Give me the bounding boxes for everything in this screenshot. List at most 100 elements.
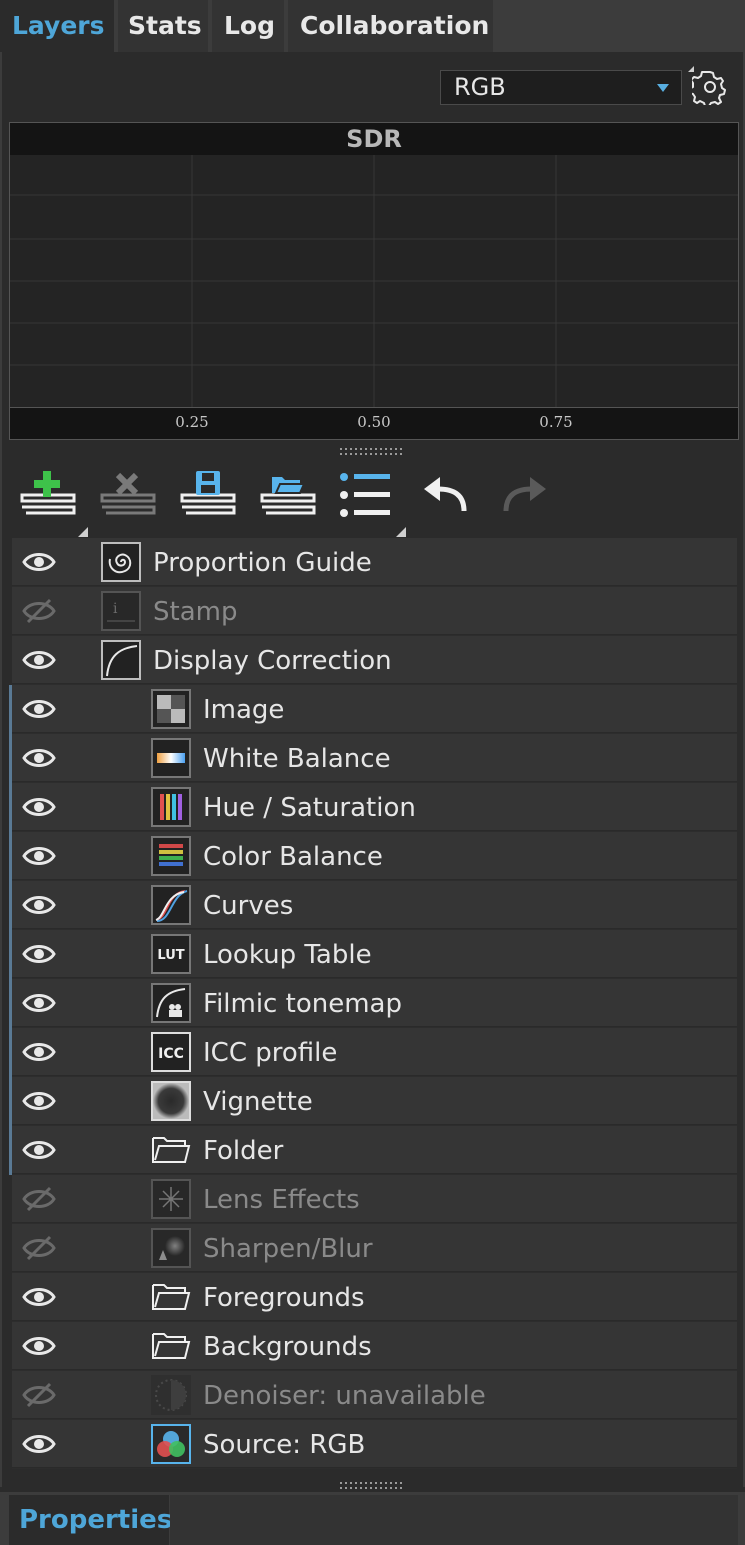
eye-icon[interactable] [22,1284,56,1310]
curves-icon [151,885,191,925]
layer-label: Foregrounds [203,1283,365,1313]
undo-button[interactable] [416,465,480,525]
layer-row-source-rgb[interactable]: Source: RGB [12,1420,737,1468]
layer-menu-button[interactable] [336,465,400,525]
tick-label: 0.25 [175,413,209,431]
redo-icon [503,477,546,512]
filmic-icon [151,983,191,1023]
layer-label: Sharpen/Blur [203,1234,373,1264]
histogram-axis: 0.25 0.50 0.75 [10,407,738,439]
layer-row-icc-profile[interactable]: ICC ICC profile [12,1028,737,1076]
tick-label: 0.75 [539,413,573,431]
layer-row-backgrounds[interactable]: Backgrounds [12,1322,737,1370]
add-layer-button[interactable] [16,465,86,525]
layer-row-vignette[interactable]: Vignette [12,1077,737,1125]
layer-label: Image [203,695,285,725]
layer-label: Vignette [203,1087,313,1117]
layer-label: Lens Effects [203,1185,360,1215]
lut-icon: LUT [151,934,191,974]
layer-label: Display Correction [153,646,392,676]
layer-row-proportion-guide[interactable]: Proportion Guide [12,538,737,586]
save-layer-button[interactable] [176,465,240,525]
sharpen-blur-icon [151,1228,191,1268]
eye-icon[interactable] [22,1431,56,1457]
layer-label: Stamp [153,597,238,627]
remove-layer-icon [100,472,156,515]
eye-icon[interactable] [22,941,56,967]
eye-icon[interactable] [22,1088,56,1114]
redo-button[interactable] [494,465,558,525]
layer-label: Color Balance [203,842,383,872]
spiral-icon [101,542,141,582]
eye-icon[interactable] [22,892,56,918]
eye-icon[interactable] [22,549,56,575]
eye-icon[interactable] [22,843,56,869]
layer-label: Hue / Saturation [203,793,416,823]
submenu-corner-icon [396,527,406,537]
vignette-icon [151,1081,191,1121]
layer-row-curves[interactable]: Curves [12,881,737,929]
histogram: SDR 0.25 0.50 0.75 [9,122,739,440]
layer-label: Source: RGB [203,1430,366,1460]
undo-icon [424,477,467,512]
histogram-title: SDR [10,123,738,155]
layer-label: Proportion Guide [153,548,372,578]
folder-icon [151,1277,191,1317]
eye-icon[interactable] [22,1137,56,1163]
open-layer-button[interactable] [256,465,320,525]
layer-row-sharpen-blur[interactable]: Sharpen/Blur [12,1224,737,1272]
tab-log[interactable]: Log [212,0,284,52]
layer-row-hue-saturation[interactable]: Hue / Saturation [12,783,737,831]
white-balance-icon [151,738,191,778]
svg-text:i: i [113,601,118,617]
splitter-handle[interactable] [340,1482,406,1490]
bottom-tab-filler [170,1495,738,1545]
channel-select[interactable]: RGB [440,70,682,105]
layer-row-lens-effects[interactable]: Lens Effects [12,1175,737,1223]
layer-row-image[interactable]: Image [12,685,737,733]
lens-effects-icon [151,1179,191,1219]
layer-row-white-balance[interactable]: White Balance [12,734,737,782]
eye-off-icon[interactable] [22,1382,56,1408]
layer-row-foregrounds[interactable]: Foregrounds [12,1273,737,1321]
group-indent-bar [9,685,12,1175]
layer-row-folder[interactable]: Folder [12,1126,737,1174]
folder-icon [151,1326,191,1366]
tab-layers[interactable]: Layers [0,0,114,52]
eye-off-icon[interactable] [22,598,56,624]
panel-border-left [0,52,2,1487]
list-icon [340,473,390,517]
image-icon [151,689,191,729]
layer-row-display-correction[interactable]: Display Correction [12,636,737,684]
remove-layer-button[interactable] [96,465,160,525]
layer-row-color-balance[interactable]: Color Balance [12,832,737,880]
tab-properties[interactable]: Properties [9,1495,172,1545]
eye-icon[interactable] [22,696,56,722]
layer-label: White Balance [203,744,391,774]
gear-icon[interactable] [688,69,728,107]
layer-row-lookup-table[interactable]: LUT Lookup Table [12,930,737,978]
layer-label: Lookup Table [203,940,372,970]
eye-off-icon[interactable] [22,1235,56,1261]
submenu-corner-icon [688,66,694,72]
tab-stats[interactable]: Stats [118,0,208,52]
submenu-corner-icon [78,527,88,537]
channel-select-value: RGB [454,73,506,101]
source-rgb-icon [151,1424,191,1464]
eye-icon[interactable] [22,794,56,820]
icc-icon: ICC [151,1032,191,1072]
tab-collaboration[interactable]: Collaboration [288,0,493,52]
eye-icon[interactable] [22,647,56,673]
layer-row-denoiser[interactable]: Denoiser: unavailable [12,1371,737,1419]
eye-icon[interactable] [22,990,56,1016]
eye-off-icon[interactable] [22,1186,56,1212]
layer-label: Backgrounds [203,1332,372,1362]
eye-icon[interactable] [22,1039,56,1065]
histogram-plot [10,155,738,407]
eye-icon[interactable] [22,745,56,771]
layer-row-stamp[interactable]: i Stamp [12,587,737,635]
add-layer-icon [20,471,86,517]
layer-row-filmic-tonemap[interactable]: Filmic tonemap [12,979,737,1027]
splitter-handle[interactable] [340,448,406,456]
eye-icon[interactable] [22,1333,56,1359]
